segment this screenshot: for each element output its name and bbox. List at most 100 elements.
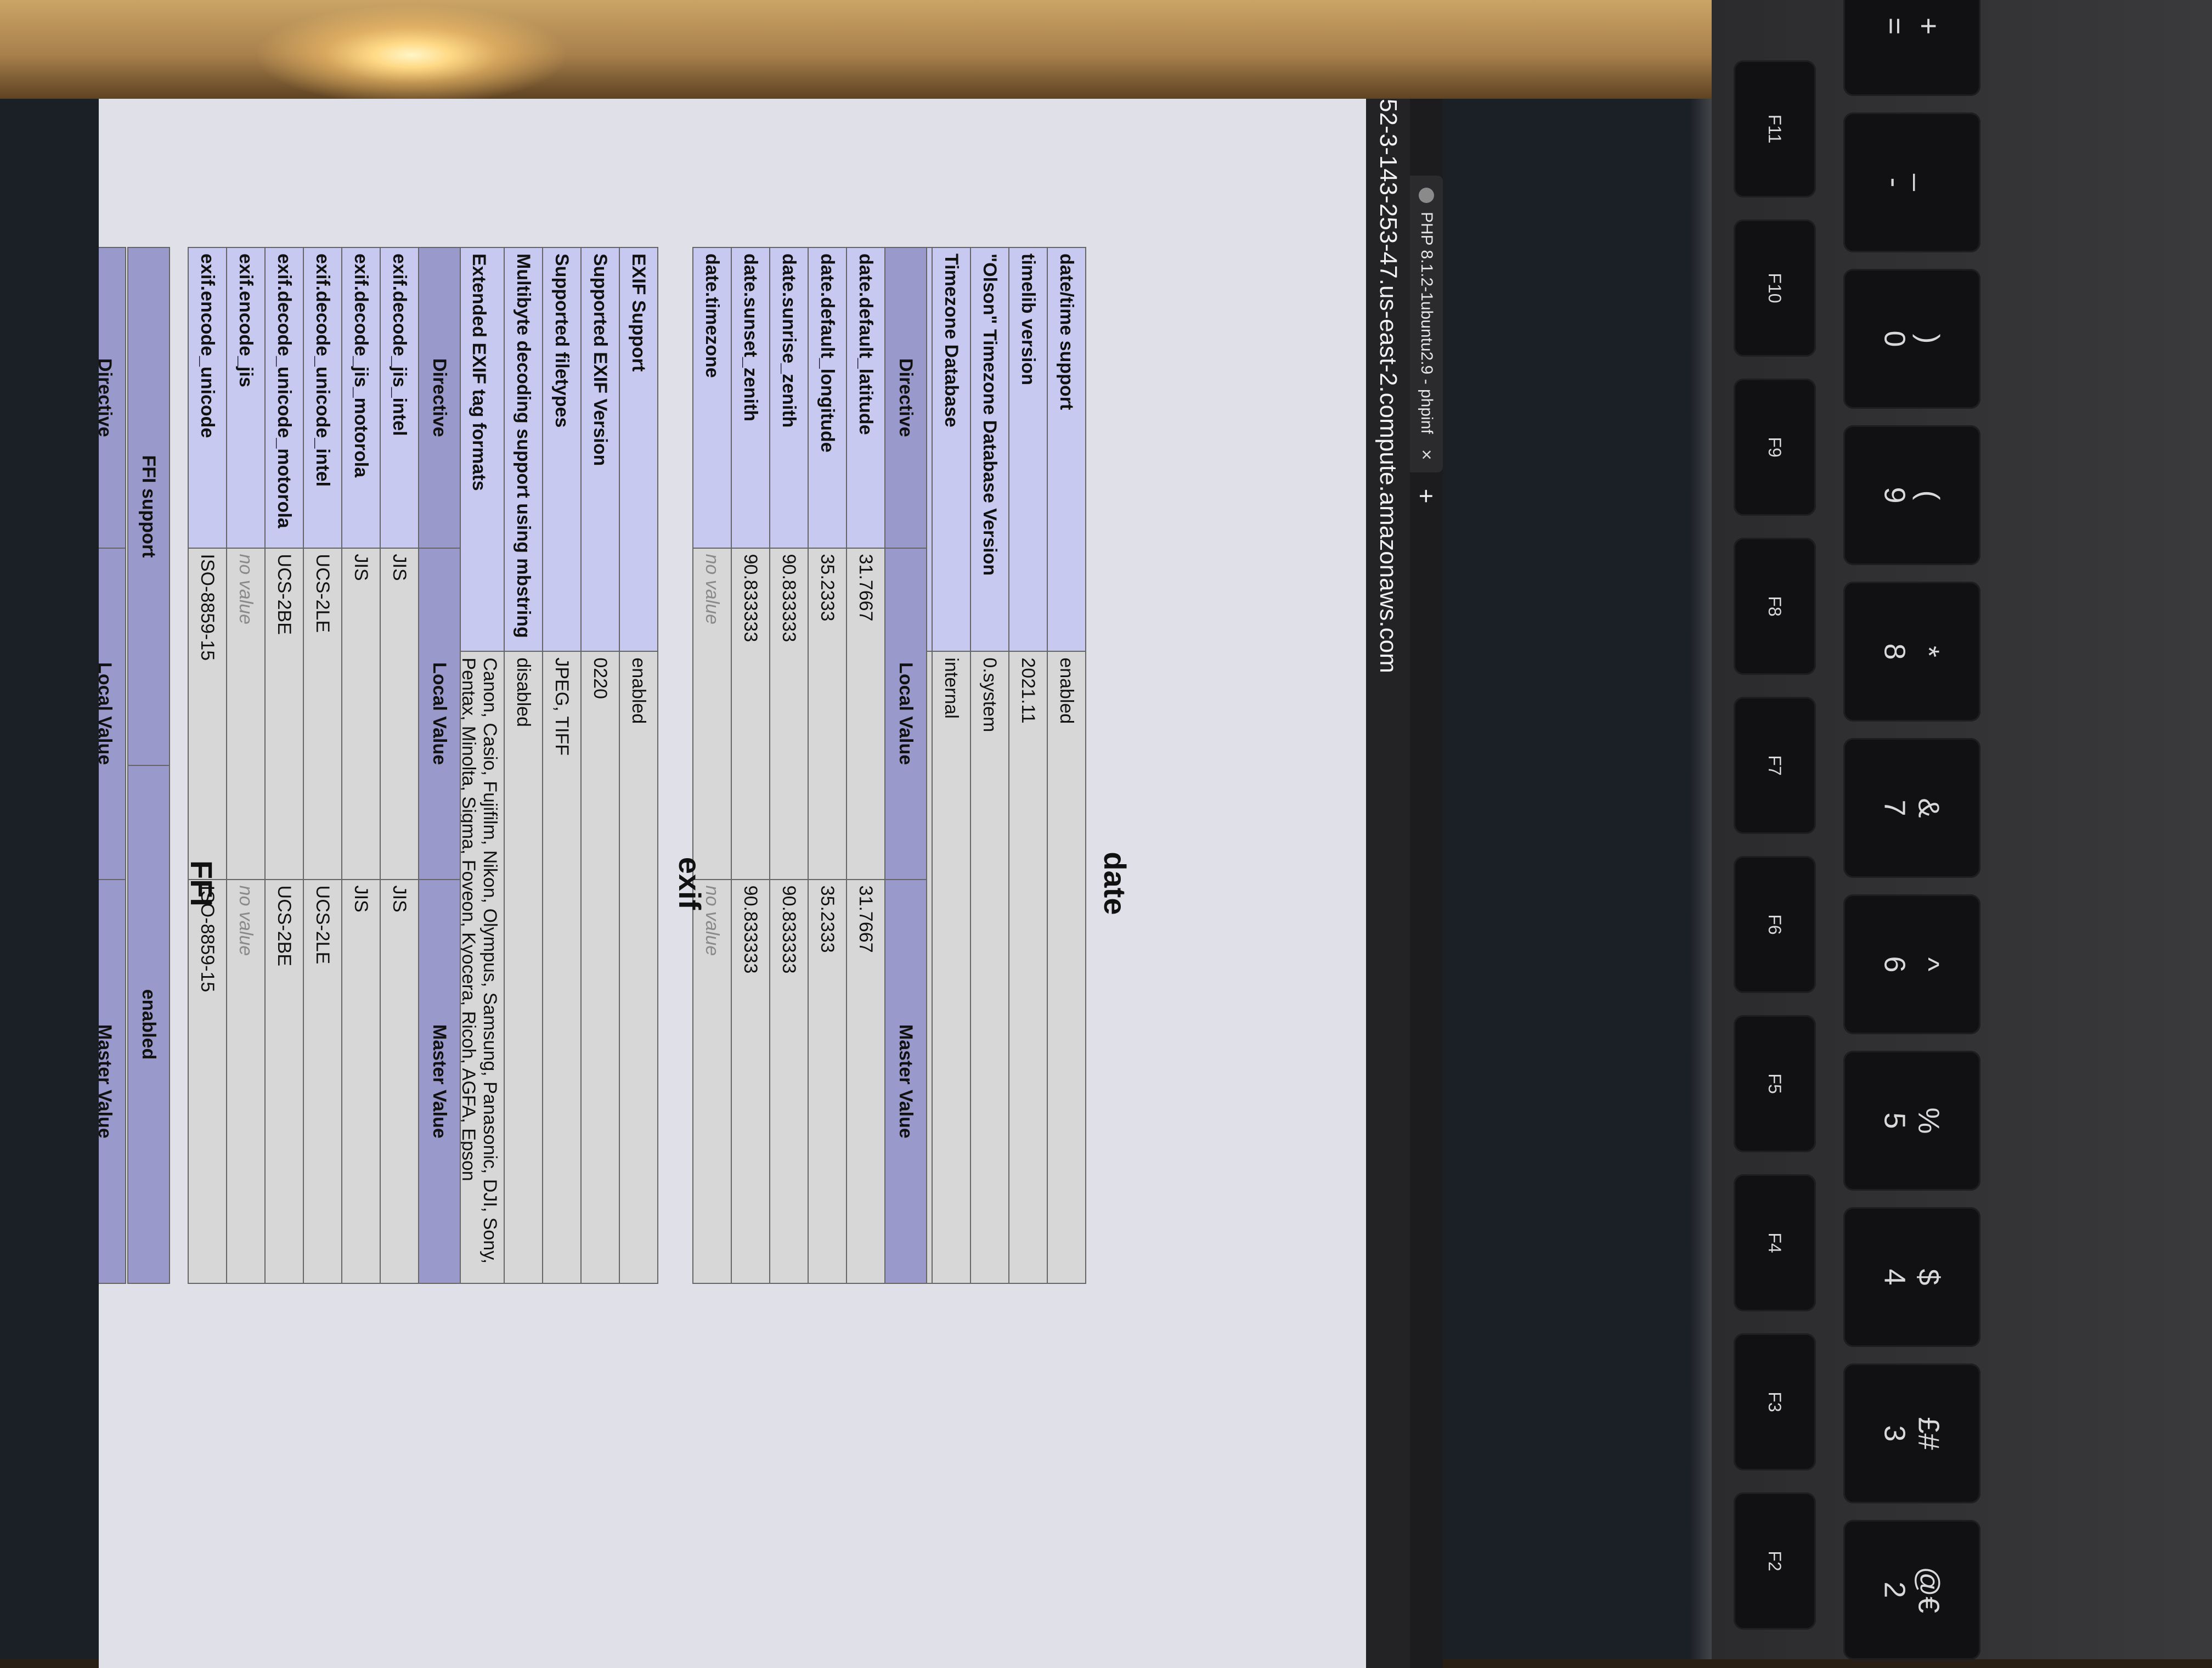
directive-row: date.sunset_zenith 90.833333 90.833333 xyxy=(731,247,770,1283)
new-tab-button[interactable]: + xyxy=(1412,489,1441,504)
master-value: no value xyxy=(227,879,265,1283)
header-row: Directive Local Value Master Value xyxy=(419,247,460,1283)
master-value: UCS-2LE xyxy=(303,879,342,1283)
directive-row: exif.decode_jis_motorola JIS JIS xyxy=(342,247,380,1283)
number-key[interactable]: $4 xyxy=(1843,1207,1980,1347)
directive-name: date.sunrise_zenith xyxy=(770,247,808,548)
directive-name: date.sunset_zenith xyxy=(731,247,770,548)
number-key[interactable]: £# 3 xyxy=(1843,1363,1980,1503)
number-symbol: 9 xyxy=(1878,487,1911,504)
directive-name: exif.decode_jis_intel xyxy=(380,247,419,548)
number-symbol: 0 xyxy=(1878,330,1911,347)
info-label: date/time support xyxy=(1047,247,1086,652)
shift-symbol: * xyxy=(1912,645,1945,657)
fn-key-label: F3 xyxy=(1765,1391,1785,1412)
info-label: timelib version xyxy=(1009,247,1047,652)
number-symbol: 5 xyxy=(1878,1112,1911,1129)
close-tab-icon[interactable]: × xyxy=(1416,449,1437,460)
directive-row: exif.encode_jis no value no value xyxy=(227,247,265,1283)
directive-name: date.default_latitude xyxy=(847,247,885,548)
address-bar[interactable]: 52-3-143-253-47.us-east-2.compute.amazon… xyxy=(1366,99,1410,1668)
fn-key[interactable]: F2 xyxy=(1734,1492,1816,1630)
number-key-label: (9 xyxy=(1842,427,1982,564)
laptop-keyboard: F2 F3 F4 F5 F6 F7 F8 F9 F10 F11 @€ 2 £# 3 $4% 5 ^ 6 & 7 * 8(9… xyxy=(1712,0,2212,1660)
number-key-label: ^ 6 xyxy=(1842,896,1982,1033)
shift-symbol: @€ xyxy=(1912,1566,1945,1613)
ffi-support-value: enabled xyxy=(128,765,170,1283)
exif-directives-table: Directive Local Value Master Value exif.dec… xyxy=(188,247,461,1284)
shift-symbol: £# xyxy=(1912,1417,1945,1450)
header-master-value: Master Value xyxy=(885,879,927,1283)
master-value: 90.833333 xyxy=(731,879,770,1283)
number-key[interactable]: % 5 xyxy=(1843,1051,1980,1191)
ffi-support-label: FFI support xyxy=(128,247,170,765)
info-row: Supported filetypes JPEG, TIFF xyxy=(543,247,581,1283)
local-value: 31.7667 xyxy=(847,548,885,880)
browser-tab-bar: PHP 8.1.2-1ubuntu2.9 - phpinf × + xyxy=(1410,99,1443,1668)
number-symbol: 7 xyxy=(1878,799,1911,816)
master-value: 31.7667 xyxy=(847,879,885,1283)
fn-key[interactable]: F11 xyxy=(1734,60,1816,198)
info-row: EXIF Support enabled xyxy=(619,247,658,1283)
fn-key[interactable]: F3 xyxy=(1734,1333,1816,1470)
shift-symbol: _ xyxy=(1912,174,1945,191)
globe-icon xyxy=(1419,188,1434,203)
fn-key-label: F8 xyxy=(1765,596,1785,617)
number-key[interactable]: ^ 6 xyxy=(1843,894,1980,1034)
info-value: JPEG, TIFF xyxy=(543,651,581,1283)
header-local-value: Local Value xyxy=(885,548,927,880)
info-row: date/time support enabled xyxy=(1047,247,1086,1283)
number-key[interactable]: + = xyxy=(1843,0,1980,96)
tab-title: PHP 8.1.2-1ubuntu2.9 - phpinf xyxy=(1418,212,1436,434)
directive-name: date.default_longitude xyxy=(808,247,847,548)
fn-key[interactable]: F7 xyxy=(1734,697,1816,834)
info-row: FFI support enabled xyxy=(128,247,170,1283)
info-value: 2021.11 xyxy=(1009,651,1047,1283)
header-local-value: Local Value xyxy=(99,548,126,880)
number-symbol: 6 xyxy=(1878,956,1911,973)
number-key[interactable]: ) 0 xyxy=(1843,269,1980,409)
fn-key[interactable]: F6 xyxy=(1734,856,1816,993)
local-value: no value xyxy=(227,548,265,880)
info-row: Multibyte decoding support using mbstrin… xyxy=(504,247,543,1283)
number-symbol: 4 xyxy=(1878,1269,1911,1286)
number-key-label: * 8 xyxy=(1842,583,1982,720)
info-value: enabled xyxy=(1047,651,1086,1283)
shift-symbol: ) xyxy=(1912,334,1945,344)
shift-symbol: & xyxy=(1912,798,1945,818)
info-label: Extended EXIF tag formats xyxy=(454,247,504,652)
directive-row: exif.decode_unicode_motorola UCS-2BE UCS-2… xyxy=(265,247,303,1283)
fn-key[interactable]: F9 xyxy=(1734,379,1816,516)
master-value: 90.833333 xyxy=(770,879,808,1283)
phpinfo-page: date date/time support enabled timelib ver… xyxy=(99,99,1366,1668)
directive-name: exif.decode_jis_motorola xyxy=(342,247,380,548)
local-value: UCS-2LE xyxy=(303,548,342,880)
number-key-label: % 5 xyxy=(1842,1052,1982,1190)
fn-key[interactable]: F10 xyxy=(1734,219,1816,357)
info-label: Timezone Database xyxy=(932,247,970,652)
info-label: Multibyte decoding support using mbstrin… xyxy=(504,247,543,652)
master-value: 35.2333 xyxy=(808,879,847,1283)
info-label: Supported filetypes xyxy=(543,247,581,652)
number-key[interactable]: * 8 xyxy=(1843,582,1980,722)
number-key[interactable]: _ - xyxy=(1843,112,1980,252)
fn-key-label: F2 xyxy=(1765,1551,1785,1571)
fn-key[interactable]: F5 xyxy=(1734,1015,1816,1152)
number-key[interactable]: (9 xyxy=(1843,425,1980,565)
info-value: 0.system xyxy=(970,651,1009,1283)
section-title-ffi: FFI xyxy=(184,860,219,906)
section-title-date: date xyxy=(1098,852,1132,915)
shift-symbol: ^ xyxy=(1912,957,1945,972)
ffi-directives-table: DirectiveLocal ValueMaster Valueffi.enab… xyxy=(99,247,126,1284)
local-value: 90.833333 xyxy=(731,548,770,880)
browser-tab[interactable]: PHP 8.1.2-1ubuntu2.9 - phpinf × xyxy=(1410,176,1443,472)
info-row: Extended EXIF tag formats Canon, Casio, F… xyxy=(454,247,504,1283)
url-text: 52-3-143-253-47.us-east-2.compute.amazon… xyxy=(1375,99,1402,673)
fn-key[interactable]: F4 xyxy=(1734,1174,1816,1311)
info-value: 0220 xyxy=(581,651,619,1283)
info-row: Timezone Database internal xyxy=(932,247,970,1283)
number-key[interactable]: & 7 xyxy=(1843,738,1980,878)
number-key[interactable]: @€ 2 xyxy=(1843,1520,1980,1660)
fn-key[interactable]: F8 xyxy=(1734,538,1816,675)
info-label: Supported EXIF Version xyxy=(581,247,619,652)
